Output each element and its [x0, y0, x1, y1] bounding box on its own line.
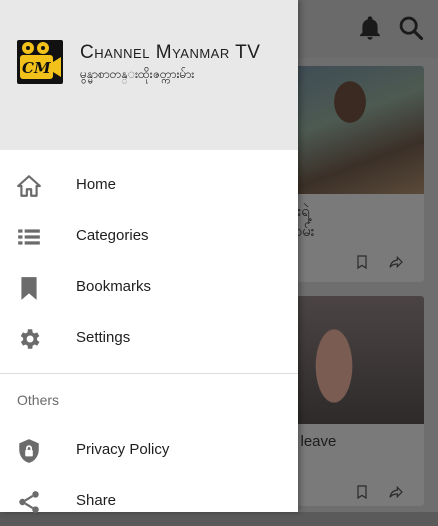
menu-item-label: Bookmarks: [76, 278, 152, 295]
menu-item-privacy-policy[interactable]: Privacy Policy: [0, 425, 298, 475]
forward-share-icon[interactable]: [388, 484, 404, 500]
menu-item-categories[interactable]: Categories: [0, 211, 298, 261]
menu-item-settings[interactable]: Settings: [0, 313, 298, 363]
menu-item-share[interactable]: Share: [0, 476, 298, 526]
movie-card[interactable]: n leave: [288, 296, 424, 506]
share-icon: [19, 491, 39, 513]
app-logo: CM: [17, 40, 63, 84]
movie-thumbnail: [288, 296, 424, 424]
bell-icon[interactable]: [356, 14, 384, 42]
bookmark-icon: [21, 277, 37, 300]
menu-item-label: Categories: [76, 227, 149, 244]
menu-item-label: Share: [76, 492, 117, 509]
bookmark-outline-icon[interactable]: [354, 254, 370, 270]
shield-lock-icon: [19, 439, 39, 463]
drawer-header: CM Channel Myanmar TV မွန္မာစာတန္းထိုးဇတ…: [0, 0, 298, 150]
app-subtitle: မွန္မာစာတန္းထိုးဇတ္ကားမ်ား: [80, 67, 195, 81]
list-icon: [18, 229, 40, 245]
menu-item-bookmarks[interactable]: Bookmarks: [0, 262, 298, 312]
gear-icon: [20, 329, 40, 349]
bookmark-outline-icon[interactable]: [354, 484, 370, 500]
home-icon: [17, 175, 41, 197]
search-icon[interactable]: [397, 14, 425, 42]
section-header-others: Others: [17, 392, 60, 408]
menu-divider: [0, 373, 298, 374]
navigation-drawer: CM Channel Myanmar TV မွန္မာစာတန္းထိုးဇတ…: [0, 0, 298, 513]
movie-thumbnail: [288, 66, 424, 194]
menu-item-label: Home: [76, 176, 117, 193]
logo-text: CM: [22, 59, 51, 77]
menu-item-label: Settings: [76, 329, 131, 346]
menu-item-home[interactable]: Home: [0, 160, 298, 210]
forward-share-icon[interactable]: [388, 254, 404, 270]
movie-card[interactable]: းရဲ့ လမ်း: [288, 66, 424, 282]
app-title: Channel Myanmar TV: [80, 42, 261, 63]
menu-item-label: Privacy Policy: [76, 441, 170, 458]
